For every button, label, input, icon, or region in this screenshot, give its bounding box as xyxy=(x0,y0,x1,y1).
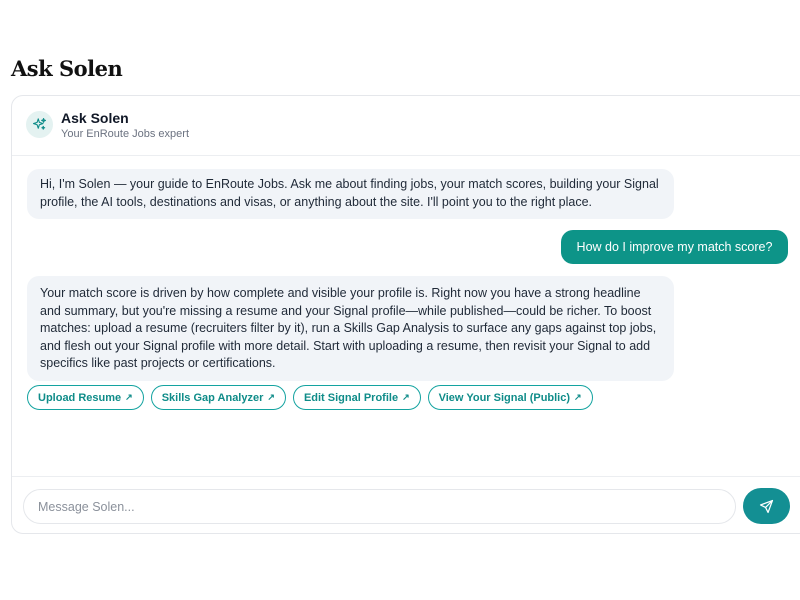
assistant-avatar xyxy=(26,111,53,138)
action-label: View Your Signal (Public) xyxy=(438,391,571,404)
view-signal-public-button[interactable]: View Your Signal (Public) ↗ xyxy=(427,385,593,410)
edit-signal-profile-button[interactable]: Edit Signal Profile ↗ xyxy=(292,385,421,410)
skills-gap-analyzer-button[interactable]: Skills Gap Analyzer ↗ xyxy=(150,385,286,410)
assistant-message: Hi, I'm Solen — your guide to EnRoute Jo… xyxy=(27,169,674,219)
assistant-subtitle: Your EnRoute Jobs expert xyxy=(61,128,190,140)
send-button[interactable] xyxy=(743,488,790,524)
action-label: Edit Signal Profile xyxy=(303,391,399,404)
action-label: Upload Resume xyxy=(38,391,122,404)
external-arrow-icon: ↗ xyxy=(125,392,133,402)
user-message: How do I improve my match score? xyxy=(561,230,788,264)
chat-panel: Ask Solen Your EnRoute Jobs expert Hi, I… xyxy=(11,95,800,534)
page-title: Ask Solen xyxy=(11,56,123,81)
external-arrow-icon: ↗ xyxy=(574,392,582,402)
external-arrow-icon: ↗ xyxy=(402,392,410,402)
sparkle-icon xyxy=(33,118,46,130)
chat-header: Ask Solen Your EnRoute Jobs expert xyxy=(12,96,800,156)
message-composer xyxy=(12,476,800,533)
upload-resume-button[interactable]: Upload Resume ↗ xyxy=(27,385,144,410)
send-icon xyxy=(759,499,774,513)
assistant-message: Your match score is driven by how comple… xyxy=(27,276,674,381)
assistant-name: Ask Solen xyxy=(61,110,129,126)
suggested-actions: Upload Resume ↗ Skills Gap Analyzer ↗ Ed… xyxy=(27,385,593,410)
external-arrow-icon: ↗ xyxy=(267,392,275,402)
message-input[interactable] xyxy=(23,489,736,524)
action-label: Skills Gap Analyzer xyxy=(161,391,264,404)
